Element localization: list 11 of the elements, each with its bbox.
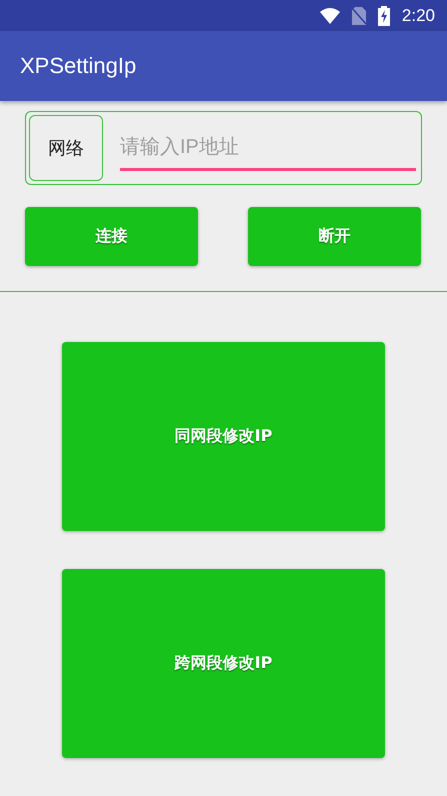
ip-address-field[interactable]: 请输入IP地址: [120, 128, 416, 170]
app-title: XPSettingIp: [20, 53, 136, 79]
battery-charging-icon: [378, 6, 390, 26]
modify-ip-button[interactable]: 跨网段修改IP: [62, 569, 385, 758]
action-button[interactable]: 断开: [248, 207, 421, 266]
network-label: 网络: [29, 115, 103, 181]
no-sim-icon: [352, 6, 366, 24]
clock-time: 2:20: [402, 6, 435, 26]
modify-ip-button[interactable]: 同网段修改IP: [62, 342, 385, 531]
wifi-icon: [320, 8, 340, 24]
action-button[interactable]: 连接: [25, 207, 198, 266]
